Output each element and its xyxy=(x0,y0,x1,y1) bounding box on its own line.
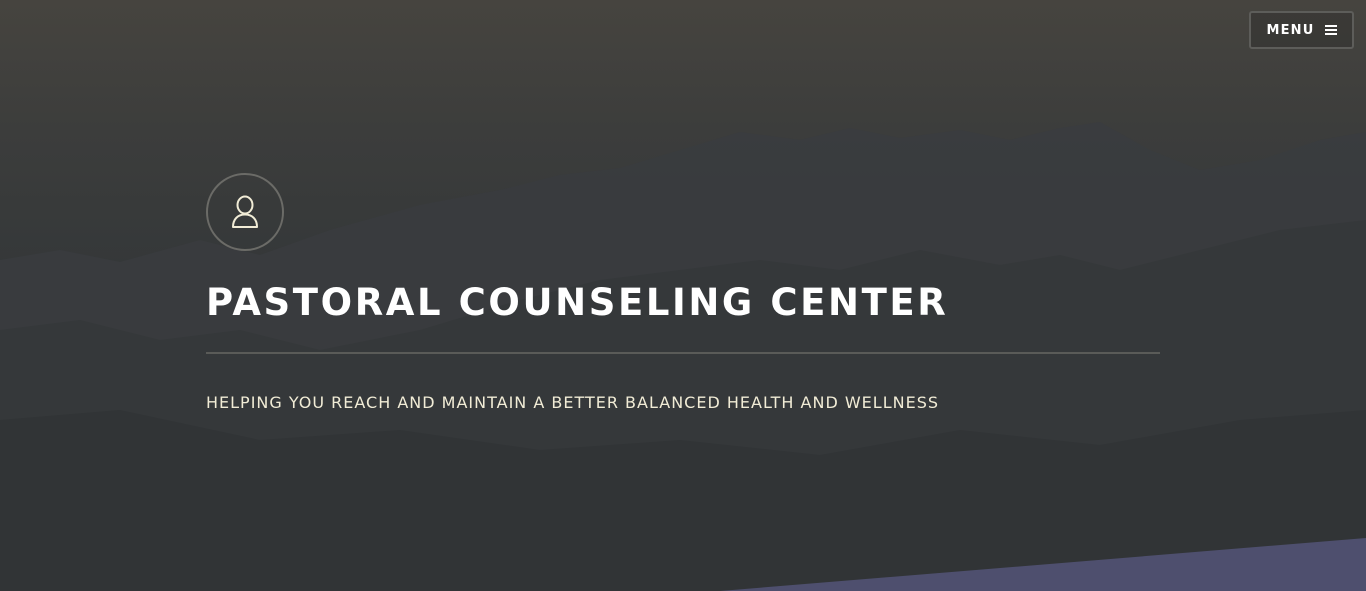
avatar xyxy=(206,173,284,251)
user-outline-icon xyxy=(232,195,258,228)
tagline: HELPING YOU REACH AND MAINTAIN A BETTER … xyxy=(206,393,940,412)
menu-label: MENU xyxy=(1266,22,1315,38)
page-title: PASTORAL COUNSELING CENTER xyxy=(206,281,949,324)
menu-button[interactable]: MENU xyxy=(1249,11,1354,49)
title-divider xyxy=(206,352,1160,354)
hamburger-icon xyxy=(1324,25,1337,35)
hero-section: MENU PASTORAL COUNSELING CENTER HELPING … xyxy=(0,0,1366,591)
